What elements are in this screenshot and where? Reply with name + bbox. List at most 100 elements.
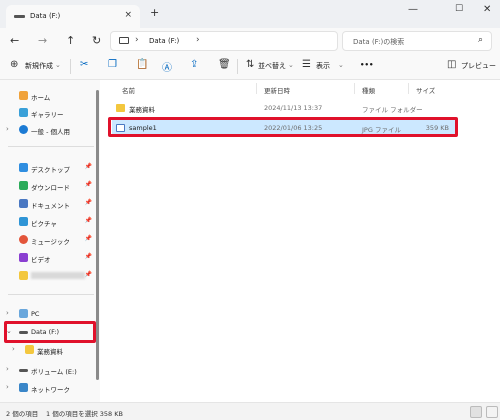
table-row[interactable]: 業務資料 2024/11/13 13:37 ファイル フォルダー bbox=[112, 100, 457, 116]
details-view-icon[interactable] bbox=[470, 406, 482, 418]
sidebar-item-label: デスクトップ bbox=[31, 166, 70, 174]
pin-icon: 📌 bbox=[84, 253, 92, 260]
folder-icon bbox=[19, 271, 28, 280]
maximize-button[interactable]: ☐ bbox=[455, 4, 463, 14]
cut-icon[interactable]: ✂ bbox=[80, 59, 88, 70]
drive-icon bbox=[19, 369, 28, 372]
chevron-down-icon[interactable]: ⌄ bbox=[55, 61, 61, 69]
home-icon bbox=[19, 91, 28, 100]
sort-button[interactable]: 並べ替え bbox=[258, 61, 286, 71]
sidebar-item-documents[interactable]: ドキュメント 📌 bbox=[0, 196, 96, 212]
breadcrumb-separator[interactable]: › bbox=[135, 35, 139, 45]
tab-data-f[interactable]: Data (F:) × bbox=[6, 5, 140, 28]
column-divider[interactable] bbox=[408, 83, 409, 94]
sidebar-item-pictures[interactable]: ピクチャ 📌 bbox=[0, 214, 96, 230]
sidebar-item-label: ビデオ bbox=[31, 256, 51, 264]
sidebar-item-pc[interactable]: › PC bbox=[0, 306, 96, 322]
view-button[interactable]: 表示 bbox=[316, 61, 330, 71]
sidebar-item-videos[interactable]: ビデオ 📌 bbox=[0, 250, 96, 266]
copy-icon[interactable]: ❐ bbox=[108, 59, 117, 70]
sidebar-item-volume-e[interactable]: › ボリューム (E:) bbox=[0, 362, 96, 378]
sidebar-item-onedrive[interactable]: › 一般 - 個人用 bbox=[0, 122, 96, 138]
close-window-button[interactable]: ✕ bbox=[483, 4, 491, 15]
plus-circle-icon[interactable]: ⊕ bbox=[10, 59, 18, 70]
sidebar-item-label: ネットワーク bbox=[31, 386, 70, 394]
cloud-icon bbox=[19, 125, 28, 134]
sidebar-item-label: ミュージック bbox=[31, 238, 70, 246]
preview-pane-icon[interactable]: ◫ bbox=[447, 59, 456, 70]
share-icon[interactable]: ⇪ bbox=[190, 59, 198, 70]
chevron-right-icon[interactable]: › bbox=[12, 345, 15, 353]
toolbar-divider bbox=[70, 59, 71, 74]
sidebar-item-business-docs[interactable]: › 業務資料 bbox=[0, 342, 96, 358]
sidebar-item-home[interactable]: ホーム bbox=[0, 88, 96, 104]
sidebar-item-label: 一般 - 個人用 bbox=[31, 128, 70, 136]
chevron-right-icon[interactable]: › bbox=[6, 383, 9, 391]
column-header-size[interactable]: サイズ bbox=[416, 85, 435, 95]
sidebar-item-label: ホーム bbox=[31, 94, 51, 102]
address-bar[interactable]: › Data (F:) › bbox=[110, 31, 338, 51]
chevron-right-icon[interactable]: › bbox=[6, 125, 9, 133]
delete-icon[interactable]: 🗑 bbox=[218, 59, 231, 70]
sidebar-item-network[interactable]: › ネットワーク bbox=[0, 380, 96, 396]
up-button[interactable]: ↑ bbox=[66, 34, 75, 47]
sidebar-item-desktop[interactable]: デスクトップ 📌 bbox=[0, 160, 96, 176]
pin-icon: 📌 bbox=[84, 199, 92, 206]
sidebar-item-music[interactable]: ミュージック 📌 bbox=[0, 232, 96, 248]
column-header-type[interactable]: 種類 bbox=[362, 85, 375, 95]
tiles-view-icon[interactable] bbox=[486, 406, 498, 418]
column-header-date[interactable]: 更新日時 bbox=[264, 85, 290, 95]
sidebar-item-blurred-folder[interactable]: 📌 bbox=[0, 268, 96, 284]
refresh-button[interactable]: ↻ bbox=[92, 34, 101, 47]
document-icon bbox=[19, 199, 28, 208]
sidebar-item-label: PC bbox=[31, 310, 40, 318]
chevron-down-icon[interactable]: ⌄ bbox=[288, 61, 294, 69]
chevron-right-icon[interactable]: › bbox=[6, 365, 9, 373]
pin-icon: 📌 bbox=[84, 217, 92, 224]
pin-icon: 📌 bbox=[84, 163, 92, 170]
video-icon bbox=[19, 253, 28, 262]
sidebar-item-downloads[interactable]: ダウンロード 📌 bbox=[0, 178, 96, 194]
chevron-down-icon[interactable]: ⌄ bbox=[338, 61, 344, 69]
forward-button[interactable]: → bbox=[38, 34, 47, 47]
file-type: ファイル フォルダー bbox=[362, 106, 423, 114]
divider bbox=[8, 146, 94, 147]
breadcrumb-data-f[interactable]: Data (F:) bbox=[149, 37, 179, 45]
sidebar-item-label: ギャラリー bbox=[31, 111, 64, 119]
column-header-name[interactable]: 名前 bbox=[122, 85, 135, 95]
pc-icon bbox=[19, 309, 28, 318]
sort-icon[interactable]: ⇅ bbox=[246, 59, 254, 70]
close-tab-icon[interactable]: × bbox=[124, 10, 132, 20]
view-icon[interactable]: ☰ bbox=[302, 59, 311, 70]
search-icon: ⌕ bbox=[477, 35, 483, 45]
column-divider[interactable] bbox=[256, 83, 257, 94]
file-date: 2024/11/13 13:37 bbox=[264, 104, 323, 112]
download-icon bbox=[19, 181, 28, 190]
tab-title: Data (F:) bbox=[30, 12, 61, 20]
sidebar-scrollbar[interactable] bbox=[96, 90, 99, 380]
sidebar-item-label: 業務資料 bbox=[37, 348, 63, 356]
navigation-pane: ホーム ギャラリー › 一般 - 個人用 デスクトップ 📌 ダウンロード 📌 ド… bbox=[0, 80, 100, 402]
paste-icon[interactable]: 📋 bbox=[136, 59, 148, 70]
folder-icon bbox=[25, 345, 34, 354]
minimize-button[interactable]: — bbox=[408, 4, 418, 15]
search-input[interactable]: Data (F:)の検索 ⌕ bbox=[342, 31, 492, 51]
back-button[interactable]: ← bbox=[10, 34, 19, 47]
gallery-icon bbox=[19, 108, 28, 117]
column-divider[interactable] bbox=[354, 83, 355, 94]
new-button[interactable]: 新規作成 bbox=[25, 61, 53, 71]
toolbar-divider bbox=[237, 59, 238, 74]
sidebar-item-label: ボリューム (E:) bbox=[31, 368, 77, 376]
chevron-right-icon[interactable]: › bbox=[6, 309, 9, 317]
pin-icon: 📌 bbox=[84, 271, 92, 278]
new-tab-button[interactable]: + bbox=[150, 6, 159, 19]
pin-icon: 📌 bbox=[84, 181, 92, 188]
more-options-button[interactable]: ••• bbox=[360, 61, 373, 69]
breadcrumb-separator[interactable]: › bbox=[196, 35, 200, 45]
preview-button[interactable]: プレビュー bbox=[461, 61, 496, 71]
rename-icon[interactable]: Ⓐ bbox=[162, 59, 172, 74]
item-count: 2 個の項目 bbox=[6, 410, 39, 418]
pc-icon bbox=[119, 37, 129, 44]
search-placeholder: Data (F:)の検索 bbox=[353, 38, 405, 46]
sidebar-item-gallery[interactable]: ギャラリー bbox=[0, 105, 96, 121]
